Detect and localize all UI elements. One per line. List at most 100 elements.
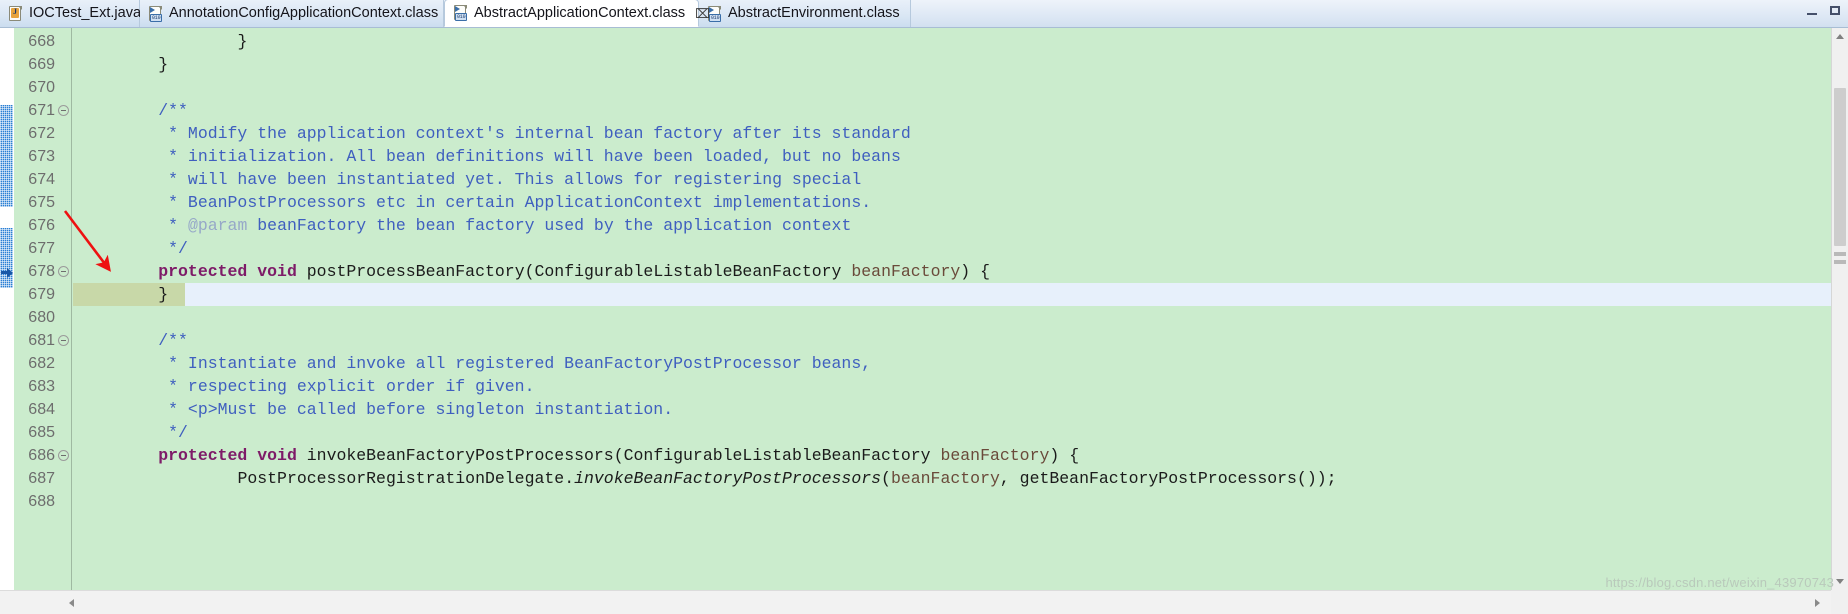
editor-tab-label: AbstractEnvironment.class <box>728 5 900 22</box>
code-token: beanFactory <box>940 446 1050 465</box>
line-number: 673 <box>28 148 55 165</box>
code-token: /** <box>79 331 188 350</box>
code-line[interactable]: */ <box>73 421 1848 444</box>
line-number: 679 <box>28 286 55 303</box>
code-token: } <box>79 285 169 304</box>
code-token: ) { <box>960 262 990 281</box>
code-fold-toggle[interactable] <box>58 329 70 352</box>
code-token: invokeBeanFactoryPostProcessors <box>574 469 882 488</box>
code-line[interactable]: * respecting explicit order if given. <box>73 375 1848 398</box>
vertical-scroll-thumb[interactable] <box>1834 88 1846 246</box>
editor-tab-bar: IOCTest_Ext.java 010 AnnotationConfigAppli… <box>0 0 1848 28</box>
line-number: 672 <box>28 125 55 142</box>
code-token: * respecting explicit order if given. <box>79 377 535 396</box>
code-area[interactable]: } } /** * Modify the application context… <box>73 28 1848 590</box>
code-line[interactable]: */ <box>73 237 1848 260</box>
editor-tab-2[interactable]: 010 AbstractApplicationContext.class ⌧ <box>444 0 710 27</box>
line-number: 674 <box>28 171 55 188</box>
code-token: beanFactory the bean factory used by the… <box>247 216 852 235</box>
code-token: */ <box>79 239 188 258</box>
code-line[interactable]: * Instantiate and invoke all registered … <box>73 352 1848 375</box>
code-line[interactable] <box>73 76 1848 99</box>
scroll-up-arrow-icon <box>1836 34 1844 39</box>
code-fold-toggle[interactable] <box>58 99 70 122</box>
scroll-left-arrow-icon <box>69 599 74 607</box>
code-token: @param <box>187 216 248 235</box>
scroll-right-button[interactable] <box>1810 595 1826 611</box>
class-file-icon: 010 <box>149 5 163 22</box>
code-token: protected <box>158 446 248 465</box>
code-token: beanFactory <box>890 469 1000 488</box>
line-number: 668 <box>28 33 55 50</box>
code-token: * initialization. All bean definitions w… <box>79 147 901 166</box>
line-number: 680 <box>28 309 55 326</box>
annotation-ruler[interactable] <box>0 28 14 590</box>
code-line[interactable]: protected void invokeBeanFactoryPostProc… <box>73 444 1848 467</box>
code-token: * will have been instantiated yet. This … <box>79 170 862 189</box>
code-line[interactable]: /** <box>73 329 1848 352</box>
editor-tab-3[interactable]: 010 AbstractEnvironment.class <box>699 0 911 27</box>
code-line[interactable]: * will have been instantiated yet. This … <box>73 168 1848 191</box>
code-line[interactable]: /** <box>73 99 1848 122</box>
code-line[interactable]: * <p>Must be called before singleton ins… <box>73 398 1848 421</box>
editor-tab-label: IOCTest_Ext.java <box>29 5 142 22</box>
code-line[interactable]: * @param beanFactory the bean factory us… <box>73 214 1848 237</box>
code-token: } <box>79 32 248 51</box>
code-line[interactable]: } <box>73 283 1848 306</box>
editor-tab-label: AnnotationConfigApplicationContext.class <box>169 5 439 22</box>
code-line[interactable]: * Modify the application context's inter… <box>73 122 1848 145</box>
code-token: protected <box>158 262 248 281</box>
code-token: * <p>Must be called before singleton ins… <box>79 400 674 419</box>
window-controls <box>1806 5 1842 17</box>
code-line[interactable]: protected void postProcessBeanFactory(Co… <box>73 260 1848 283</box>
code-line[interactable]: PostProcessorRegistrationDelegate.invoke… <box>73 467 1848 490</box>
horizontal-scrollbar[interactable] <box>0 590 1848 614</box>
overwrite-marker-icon[interactable] <box>1 267 13 278</box>
line-number: 675 <box>28 194 55 211</box>
code-line[interactable]: * initialization. All bean definitions w… <box>73 145 1848 168</box>
editor-tab-0[interactable]: IOCTest_Ext.java <box>0 0 142 27</box>
scroll-down-button[interactable] <box>1832 573 1848 590</box>
change-marker-bar <box>0 105 13 207</box>
editor-tab-1[interactable]: 010 AnnotationConfigApplicationContext.cl… <box>140 0 444 27</box>
code-token: invokeBeanFactoryPostProcessors(Configur… <box>296 446 941 465</box>
line-number: 681 <box>28 332 55 349</box>
scroll-right-arrow-icon <box>1815 599 1820 607</box>
code-token: ( <box>881 469 891 488</box>
code-token: ) { <box>1049 446 1080 465</box>
code-fold-toggle[interactable] <box>58 260 70 283</box>
horizontal-scroll-track[interactable] <box>80 596 1808 610</box>
vertical-scrollbar[interactable] <box>1831 28 1848 590</box>
scrollbar-corner <box>1831 590 1848 614</box>
scroll-up-button[interactable] <box>1832 28 1848 45</box>
code-fold-toggle[interactable] <box>58 444 70 467</box>
code-token: */ <box>79 423 188 442</box>
maximize-icon[interactable] <box>1829 5 1842 17</box>
eclipse-editor-window: IOCTest_Ext.java 010 AnnotationConfigAppli… <box>0 0 1848 614</box>
line-number: 678 <box>28 263 55 280</box>
tab-close-icon[interactable]: ⌧ <box>695 7 710 20</box>
code-line[interactable]: } <box>73 53 1848 76</box>
java-file-icon <box>9 5 23 22</box>
scroll-left-button[interactable] <box>64 595 80 611</box>
code-line[interactable] <box>73 490 1848 513</box>
code-token: * Instantiate and invoke all registered … <box>79 354 872 373</box>
line-number: 686 <box>28 447 55 464</box>
code-token: } <box>79 55 169 74</box>
minimize-icon[interactable] <box>1806 5 1819 17</box>
code-line[interactable]: } <box>73 30 1848 53</box>
code-token: beanFactory <box>851 262 961 281</box>
code-token: postProcessBeanFactory(ConfigurableLista… <box>296 262 852 281</box>
code-editor[interactable]: 668 669 670 671 672 673 674 675 676 677 678 679 680 6… <box>0 28 1848 590</box>
line-number: 669 <box>28 56 55 73</box>
code-token: , getBeanFactoryPostProcessors()); <box>999 469 1337 488</box>
line-number: 671 <box>28 102 55 119</box>
line-number: 682 <box>28 355 55 372</box>
line-number: 670 <box>28 79 55 96</box>
line-number-gutter: 668 669 670 671 672 673 674 675 676 677 678 679 680 6… <box>14 28 72 590</box>
code-line[interactable]: * BeanPostProcessors etc in certain Appl… <box>73 191 1848 214</box>
code-line[interactable] <box>73 306 1848 329</box>
